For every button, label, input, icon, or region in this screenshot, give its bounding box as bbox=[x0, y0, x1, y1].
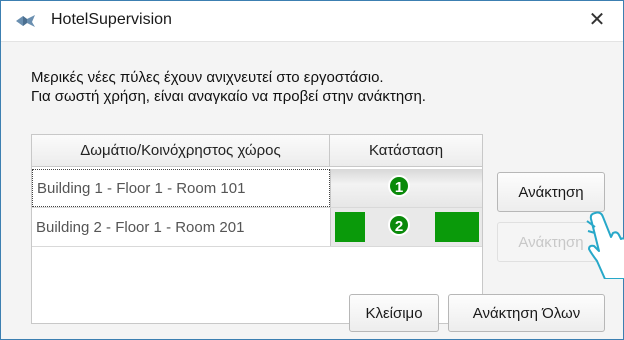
step-badge-2: 2 bbox=[388, 214, 410, 236]
info-message: Μερικές νέες πύλες έχουν ανιχνευτεί στο … bbox=[31, 68, 426, 106]
close-button[interactable]: Κλείσιμο bbox=[349, 294, 439, 332]
status-cell-green: 2 bbox=[330, 208, 482, 246]
message-line-2: Για σωστή χρήση, είναι αναγκαίο να προβε… bbox=[31, 88, 426, 105]
message-line-1: Μερικές νέες πύλες έχουν ανιχνευτεί στο … bbox=[31, 69, 384, 86]
pointing-hand-icon bbox=[586, 211, 624, 279]
row-divider bbox=[32, 246, 482, 247]
close-icon[interactable]: ✕ bbox=[585, 9, 609, 33]
dialog-window: HotelSupervision ✕ Μερικές νέες πύλες έχ… bbox=[0, 0, 624, 340]
app-icon bbox=[16, 15, 35, 27]
status-green-block-right bbox=[435, 212, 479, 242]
status-green-block-left bbox=[335, 212, 365, 242]
window-title: HotelSupervision bbox=[51, 11, 172, 28]
title-bar: HotelSupervision ✕ bbox=[1, 1, 623, 41]
column-header-room[interactable]: Δωμάτιο/Κοινόχρηστος χώρος bbox=[32, 135, 330, 167]
column-header-status[interactable]: Κατάσταση bbox=[330, 135, 482, 167]
status-cell-gray: 1 bbox=[330, 169, 482, 207]
step-badge-1: 1 bbox=[388, 175, 410, 197]
table-row-room-cell[interactable]: Building 1 - Floor 1 - Room 101 bbox=[32, 169, 330, 207]
dialog-body: Μερικές νέες πύλες έχουν ανιχνευτεί στο … bbox=[1, 41, 623, 339]
recover-all-button[interactable]: Ανάκτηση Όλων bbox=[448, 294, 605, 332]
recover-button-row-1[interactable]: Ανάκτηση bbox=[497, 172, 605, 212]
table-row-room-cell[interactable]: Building 2 - Floor 1 - Room 201 bbox=[32, 208, 330, 246]
